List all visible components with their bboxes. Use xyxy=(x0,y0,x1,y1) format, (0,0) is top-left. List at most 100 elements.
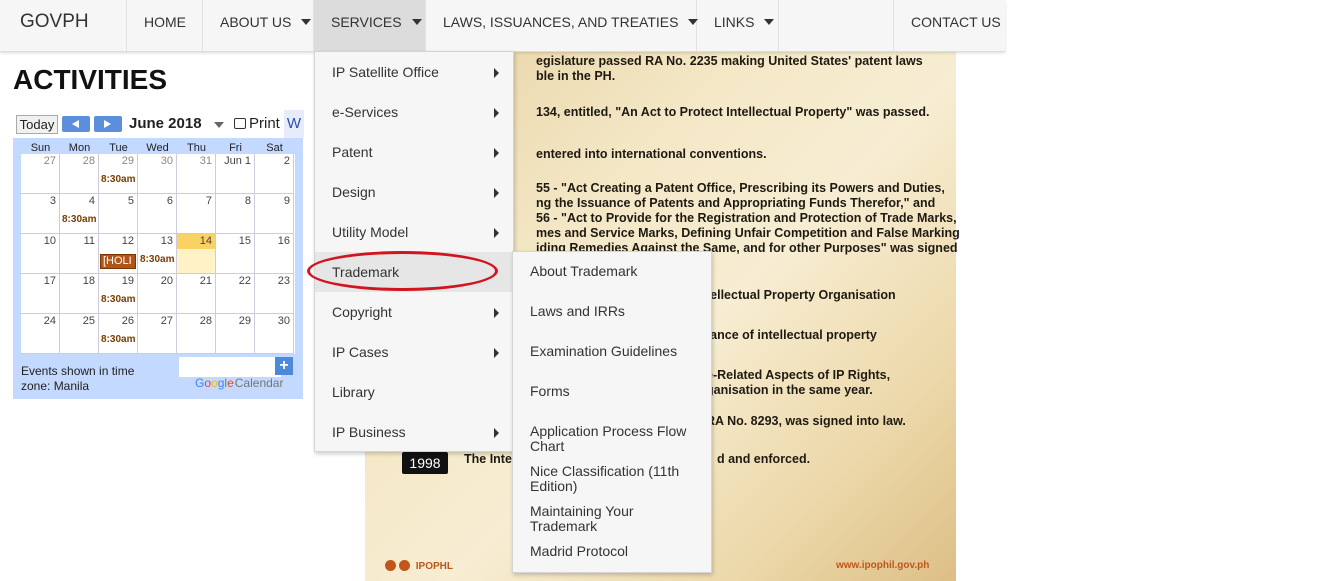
calendar-day-cell[interactable]: 23 xyxy=(255,274,294,314)
calendar-day-cell[interactable]: Jun 1 xyxy=(216,154,255,194)
calendar-day-cell[interactable]: 18 xyxy=(60,274,99,314)
calendar-day-cell[interactable]: 14 xyxy=(177,234,216,274)
chevron-right-icon xyxy=(494,108,499,118)
trademark-menu-item-laws-and-irrs[interactable]: Laws and IRRs xyxy=(513,304,711,319)
calendar-day-cell[interactable]: 29 xyxy=(216,314,255,354)
previous-month-button[interactable] xyxy=(62,116,90,132)
nav-about-us-label: ABOUT US xyxy=(220,14,292,30)
day-number: 7 xyxy=(205,195,212,207)
calendar-day-cell[interactable]: 3 xyxy=(21,194,60,234)
calendar-day-cell[interactable]: 11 xyxy=(60,234,99,274)
services-menu-item-ip-business[interactable]: IP Business xyxy=(315,412,513,452)
nav-laws-issuances-treaties[interactable]: LAWS, ISSUANCES, AND TREATIES xyxy=(426,0,699,51)
calendar-day-cell[interactable]: 20 xyxy=(138,274,177,314)
calendar-day-cell[interactable]: 21 xyxy=(177,274,216,314)
services-menu-item-copyright[interactable]: Copyright xyxy=(315,292,513,332)
trademark-menu-item-maintaining-your-trademark[interactable]: Maintaining Your Trademark xyxy=(513,504,711,534)
calendar-day-cell[interactable]: 31 xyxy=(177,154,216,194)
chevron-left-icon xyxy=(72,120,79,128)
services-menu-item-utility-model[interactable]: Utility Model xyxy=(315,212,513,252)
day-number: 15 xyxy=(238,235,251,247)
day-number: 30 xyxy=(160,155,173,167)
calendar-day-cell[interactable]: 28 xyxy=(177,314,216,354)
today-button[interactable]: Today xyxy=(16,115,58,134)
calendar-day-cell[interactable]: 8 xyxy=(216,194,255,234)
google-calendar-text: GoogleCalendar xyxy=(195,376,284,390)
day-of-week-label: Thu xyxy=(187,142,206,154)
calendar-event[interactable]: 8:30am xyxy=(101,294,135,305)
trademark-menu-item-nice-classification-11th-edition[interactable]: Nice Classification (11th Edition) xyxy=(513,464,711,494)
calendar-day-cell[interactable]: 22 xyxy=(216,274,255,314)
calendar-event[interactable]: 8:30am xyxy=(101,334,135,345)
calendar-day-cell[interactable]: 4 8:30am xyxy=(60,194,99,234)
trademark-menu-item-examination-guidelines[interactable]: Examination Guidelines xyxy=(513,344,711,359)
calendar-day-cell[interactable]: 7 xyxy=(177,194,216,234)
services-menu-item-design[interactable]: Design xyxy=(315,172,513,212)
services-menu-item-library[interactable]: Library xyxy=(315,372,513,412)
calendar-day-cell[interactable]: 19 8:30am xyxy=(99,274,138,314)
nav-services-label: SERVICES xyxy=(331,14,402,30)
calendar-day-cell[interactable]: 30 xyxy=(138,154,177,194)
calendar-day-cell[interactable]: 9 xyxy=(255,194,294,234)
day-number: 28 xyxy=(82,155,95,167)
calendar-day-cell[interactable]: 10 xyxy=(21,234,60,274)
nav-services[interactable]: SERVICES xyxy=(314,0,426,51)
trademark-menu-item-madrid-protocol[interactable]: Madrid Protocol xyxy=(513,544,711,559)
calendar-toolbar: Today June 2018 Print W xyxy=(13,110,317,138)
menu-item-label: Copyright xyxy=(332,304,392,320)
trademark-menu-item-forms[interactable]: Forms xyxy=(513,384,711,399)
services-menu-item-e-services[interactable]: e-Services xyxy=(315,92,513,132)
calendar-day-cell[interactable]: 26 8:30am xyxy=(99,314,138,354)
calendar-day-cell[interactable]: 27 xyxy=(21,154,60,194)
print-button[interactable]: Print xyxy=(234,115,280,132)
menu-item-label: IP Business xyxy=(332,424,406,440)
day-number: 6 xyxy=(166,195,173,207)
poster-line: d and enforced. xyxy=(717,452,811,466)
calendar-day-cell[interactable]: 16 xyxy=(255,234,294,274)
calendar-day-cell[interactable]: 6 xyxy=(138,194,177,234)
calendar-event[interactable]: 8:30am xyxy=(62,214,96,225)
calendar-day-cell[interactable]: 28 xyxy=(60,154,99,194)
calendar-day-cell[interactable]: 5 xyxy=(99,194,138,234)
nav-about-us[interactable]: ABOUT US xyxy=(203,0,314,51)
calendar-day-cell[interactable]: 13 8:30am xyxy=(138,234,177,274)
day-number: 12 xyxy=(121,235,134,247)
day-number: 16 xyxy=(277,235,290,247)
calendar-day-cell[interactable]: 12 [HOLI xyxy=(99,234,138,274)
calendar-day-cell[interactable]: 24 xyxy=(21,314,60,354)
poster-line: mes and Service Marks, Defining Unfair C… xyxy=(536,226,960,240)
nav-home[interactable]: HOME xyxy=(127,0,203,51)
week-view-tab[interactable]: W xyxy=(284,110,304,138)
brand-logo[interactable]: GOVPH xyxy=(0,0,127,51)
google-calendar-logo[interactable]: GoogleCalendar xyxy=(195,376,283,390)
calendar-day-cell[interactable]: 2 xyxy=(255,154,294,194)
services-menu-item-ip-satellite-office[interactable]: IP Satellite Office xyxy=(315,52,513,92)
calendar-day-cell[interactable]: 27 xyxy=(138,314,177,354)
page-title: ACTIVITIES xyxy=(13,64,168,95)
nav-links[interactable]: LINKS xyxy=(697,0,779,51)
day-number: 23 xyxy=(277,275,290,287)
next-month-button[interactable] xyxy=(94,116,122,132)
services-menu-item-ip-cases[interactable]: IP Cases xyxy=(315,332,513,372)
services-menu-item-patent[interactable]: Patent xyxy=(315,132,513,172)
nav-contact-us[interactable]: CONTACT US xyxy=(893,0,1005,51)
calendar-day-cell[interactable]: 29 8:30am xyxy=(99,154,138,194)
poster-line: 55 - "Act Creating a Patent Office, Pres… xyxy=(536,181,945,195)
day-number: 29 xyxy=(121,155,134,167)
calendar-day-cell[interactable]: 30 xyxy=(255,314,294,354)
poster-line: ng the Issuance of Patents and Appropria… xyxy=(536,196,936,210)
calendar-day-cell[interactable]: 17 xyxy=(21,274,60,314)
calendar-event[interactable]: 8:30am xyxy=(140,254,174,265)
month-title[interactable]: June 2018 xyxy=(129,115,202,132)
calendar-event[interactable]: 8:30am xyxy=(101,174,135,185)
trademark-menu-item-about-trademark[interactable]: About Trademark xyxy=(513,264,711,279)
add-calendar-button[interactable]: + xyxy=(275,357,293,375)
calendar-day-cell[interactable]: 15 xyxy=(216,234,255,274)
menu-item-label: Patent xyxy=(332,144,373,160)
poster-line: e-Related Aspects of IP Rights, xyxy=(706,368,891,382)
day-number: 27 xyxy=(43,155,56,167)
trademark-menu-item-application-process-flow-chart[interactable]: Application Process Flow Chart xyxy=(513,424,711,454)
chevron-down-icon[interactable] xyxy=(214,122,224,128)
holiday-event[interactable]: [HOLI xyxy=(100,254,136,269)
calendar-day-cell[interactable]: 25 xyxy=(60,314,99,354)
